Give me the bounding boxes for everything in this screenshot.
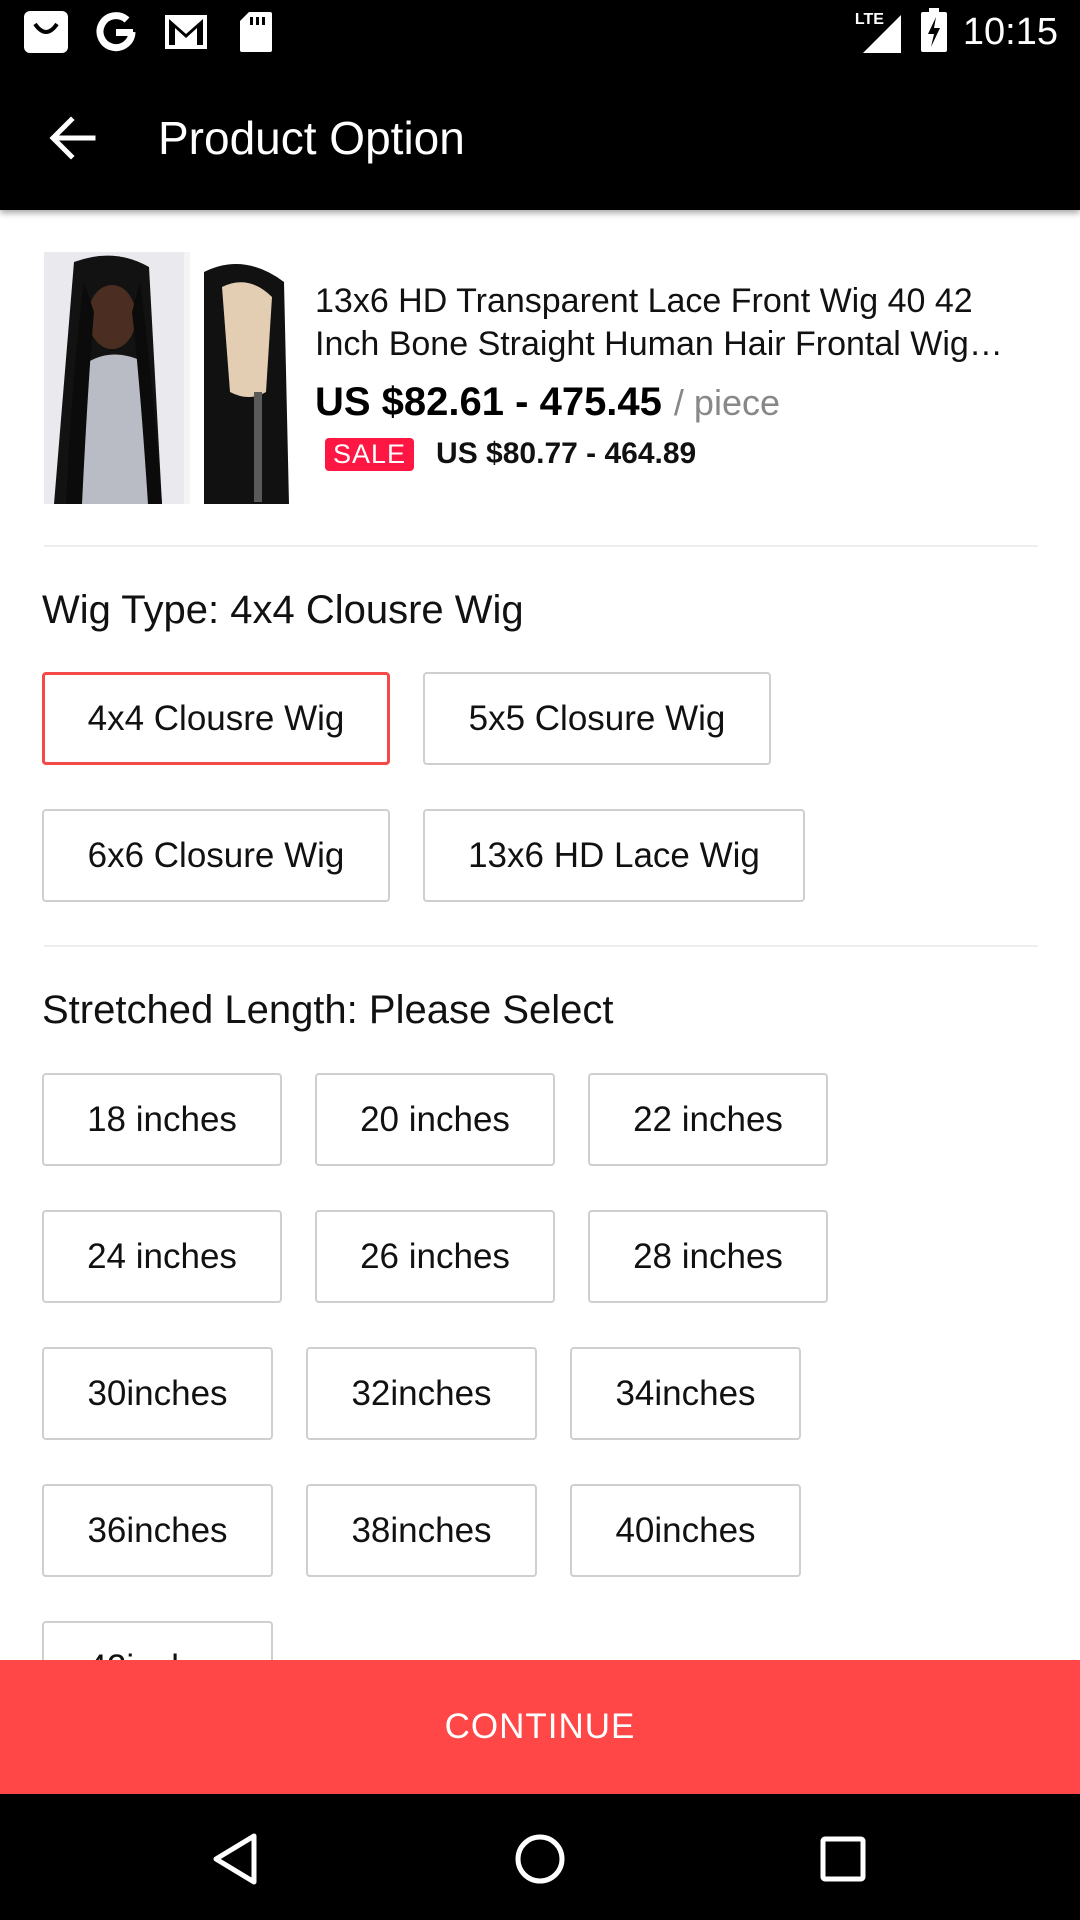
price-range: US $82.61 - 475.45 — [315, 380, 662, 424]
sale-row: SALE US $80.77 - 464.89 — [325, 437, 696, 471]
circle-home-icon — [515, 1834, 565, 1884]
back-button[interactable] — [38, 103, 108, 173]
lte-signal-icon: LTE — [855, 11, 905, 55]
navigation-bar — [0, 1794, 1080, 1920]
divider — [44, 945, 1038, 947]
sale-badge: SALE — [325, 437, 415, 471]
clock: 10:15 — [962, 11, 1058, 53]
length-option[interactable]: 42inches — [42, 1621, 273, 1660]
status-bar: LTE 10:15 — [0, 0, 1080, 63]
length-option[interactable]: 22 inches — [588, 1073, 828, 1166]
option-6x6-closure-wig[interactable]: 6x6 Closure Wig — [42, 809, 390, 902]
length-option[interactable]: 18 inches — [42, 1073, 282, 1166]
system-status: LTE 10:15 — [855, 8, 1058, 57]
page-title: Product Option — [158, 112, 465, 164]
continue-button[interactable]: CONTINUE — [0, 1660, 1080, 1794]
length-option[interactable]: 34inches — [570, 1347, 801, 1440]
nav-home-button[interactable] — [505, 1824, 575, 1894]
price-unit: / piece — [673, 382, 780, 423]
notification-icons — [22, 10, 280, 54]
length-option[interactable]: 30inches — [42, 1347, 273, 1440]
option-4x4-closure-wig[interactable]: 4x4 Clousre Wig — [42, 672, 390, 765]
stretched-length-heading: Stretched Length: Please Select — [42, 988, 614, 1032]
app-bar: Product Option — [0, 63, 1080, 210]
option-13x6-hd-lace-wig[interactable]: 13x6 HD Lace Wig — [423, 809, 805, 902]
wig-type-heading: Wig Type: 4x4 Clousre Wig — [42, 588, 524, 632]
battery-charging-icon — [920, 8, 947, 57]
triangle-back-icon — [213, 1833, 257, 1885]
product-thumbnail — [44, 252, 294, 504]
price-row: US $82.61 - 475.45 / piece — [315, 380, 780, 425]
square-recents-icon — [820, 1836, 866, 1882]
length-option[interactable]: 24 inches — [42, 1210, 282, 1303]
length-option[interactable]: 28 inches — [588, 1210, 828, 1303]
scroll-clip: 42inches — [0, 1560, 1080, 1660]
nav-back-button[interactable] — [200, 1824, 270, 1894]
sd-card-icon — [232, 10, 280, 54]
product-title: 13x6 HD Transparent Lace Front Wig 40 42… — [315, 282, 1003, 363]
length-option[interactable]: 20 inches — [315, 1073, 555, 1166]
length-option[interactable]: 26 inches — [315, 1210, 555, 1303]
divider — [44, 545, 1038, 547]
sale-price: US $80.77 - 464.89 — [436, 437, 697, 470]
nav-recents-button[interactable] — [808, 1824, 878, 1894]
arrow-back-icon — [49, 116, 96, 160]
length-option[interactable]: 32inches — [306, 1347, 537, 1440]
option-5x5-closure-wig[interactable]: 5x5 Closure Wig — [423, 672, 771, 765]
gmail-icon — [162, 10, 210, 54]
smile-box-icon — [22, 10, 70, 54]
google-g-icon — [92, 10, 140, 54]
